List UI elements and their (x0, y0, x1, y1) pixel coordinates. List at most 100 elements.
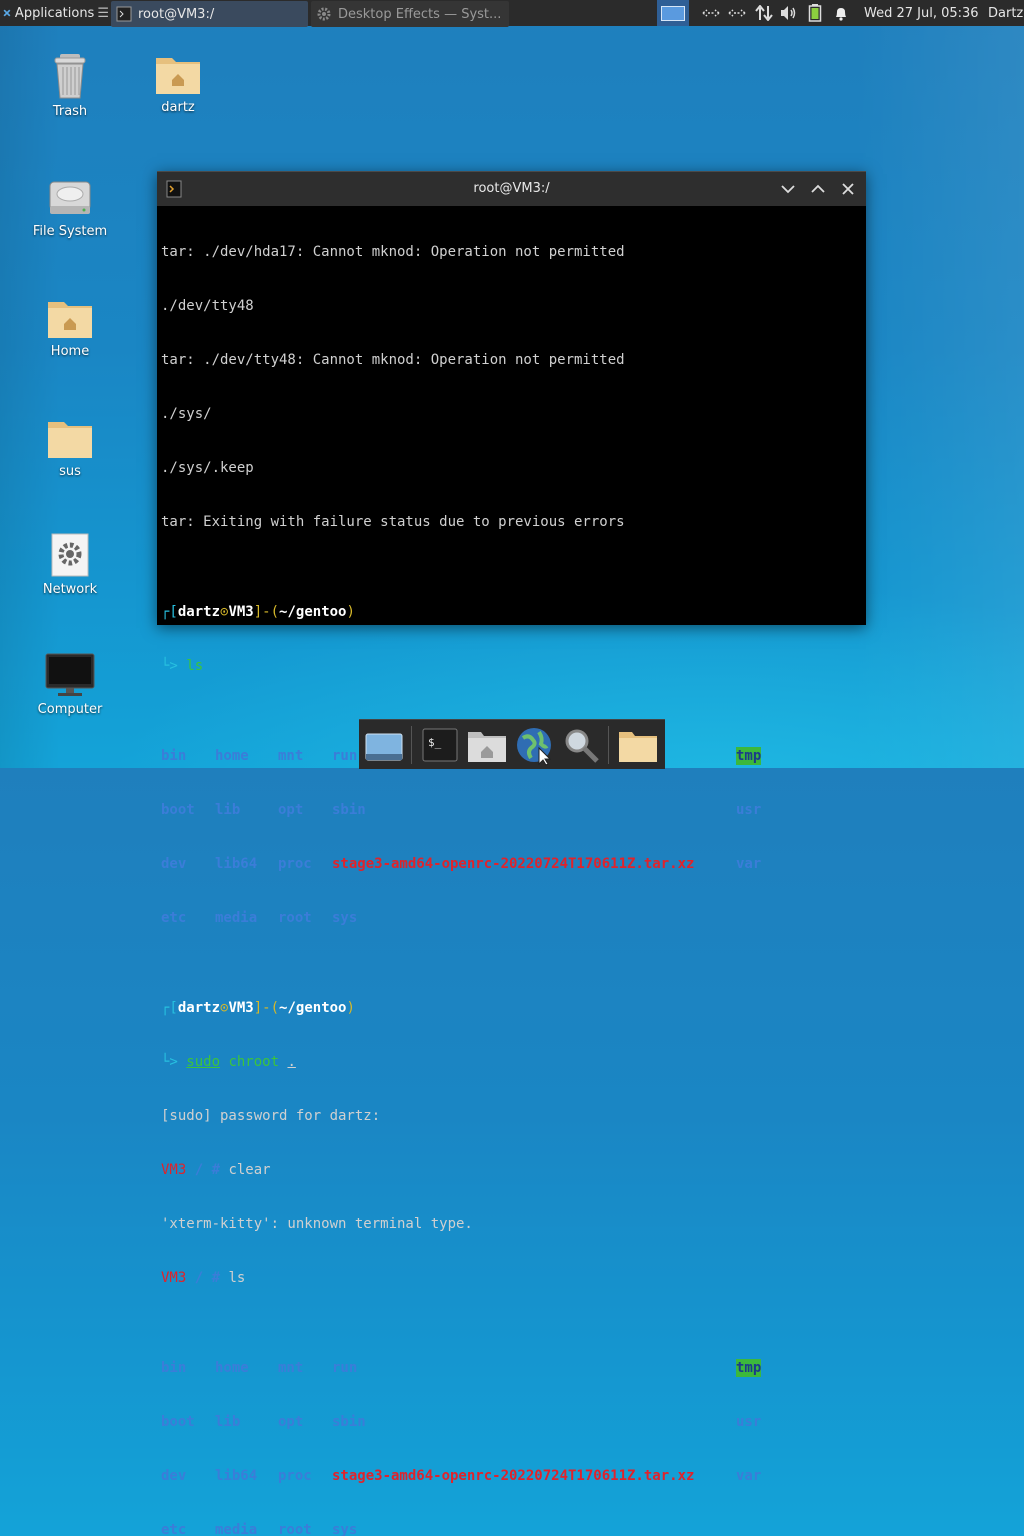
network-wired-icon[interactable] (728, 0, 746, 26)
applications-menu[interactable]: Applications ☰ (0, 0, 109, 26)
user-menu[interactable]: Dartz (988, 0, 1023, 26)
ls-row: etc media root sys (161, 1521, 866, 1536)
battery-icon[interactable] (808, 0, 822, 26)
command-text: chroot (228, 1054, 280, 1070)
ls-entry: sys (332, 910, 358, 926)
prompt-close: ) (346, 604, 355, 620)
terminal-window[interactable]: root@VM3:/ tar: ./dev/hda17: Cannot mkno… (157, 171, 866, 1536)
network-settings-icon (51, 533, 89, 577)
desktop-icon-label: Trash (52, 104, 88, 119)
command-line: └> ls (161, 657, 866, 675)
network-transfer-icon[interactable] (755, 0, 773, 26)
show-desktop-icon[interactable] (363, 724, 405, 766)
command-arg: . (287, 1054, 296, 1070)
output-line: tar: ./dev/hda17: Cannot mknod: Operatio… (161, 244, 625, 260)
xfce-logo-icon (3, 9, 11, 17)
shell-prompt: ┌[dartz⊙VM3]-(~/gentoo) (161, 999, 866, 1017)
desktop-icon-file-system[interactable]: File System (20, 176, 120, 239)
applications-label: Applications (14, 5, 95, 21)
home-folder-icon[interactable] (466, 724, 508, 766)
prompt-bracket: ┌[ (161, 1000, 178, 1016)
ls-entry: run (332, 748, 358, 764)
desktop-icon-label: Network (42, 582, 98, 597)
folder-icon (48, 422, 92, 458)
taskbar-item-terminal[interactable]: root@VM3:/ (111, 1, 308, 27)
menu-separator-icon: ☰ (97, 5, 109, 21)
taskbar-item-desktop-effects[interactable]: Desktop Effects — Syst... (311, 1, 509, 27)
ls-entry: etc (161, 910, 187, 926)
command-line: └> sudo chroot . (161, 1053, 866, 1071)
ls-entry: dev (161, 856, 187, 872)
search-icon[interactable] (560, 724, 602, 766)
ls-entry: bin (161, 1360, 187, 1376)
output-line: [sudo] password for dartz: (161, 1108, 381, 1124)
ls-entry: sys (332, 1522, 358, 1536)
desktop-icon-label: File System (32, 224, 108, 239)
desktop-icon-network[interactable]: Network (20, 532, 120, 597)
ls-row: dev lib64 proc stage3-amd64-openrc-20220… (161, 1467, 866, 1485)
gear-icon (317, 7, 331, 21)
bottom-dock: $_ (359, 719, 665, 769)
desktop-icon-dartz[interactable]: dartz (128, 52, 228, 115)
workspace-switcher[interactable] (657, 0, 689, 26)
ls-entry-archive: stage3-amd64-openrc-20220724T170611Z.tar… (332, 1468, 695, 1484)
command-text: ls (186, 658, 204, 674)
ls-entry: media (215, 910, 258, 926)
terminal-icon[interactable]: $_ (419, 724, 461, 766)
prompt-separator: ]-( (253, 1000, 280, 1016)
terminal-output[interactable]: tar: ./dev/hda17: Cannot mknod: Operatio… (161, 207, 866, 1536)
minimize-button[interactable] (779, 180, 797, 198)
drive-icon (49, 181, 91, 214)
maximize-button[interactable] (809, 180, 827, 198)
desktop-icon-computer[interactable]: Computer (20, 652, 120, 717)
web-browser-icon[interactable] (513, 724, 555, 766)
ls-entry: proc (278, 856, 312, 872)
output-line: tar: Exiting with failure status due to … (161, 514, 625, 530)
ls-row: bin home mnt run tmp (161, 1359, 866, 1377)
prompt-host: VM3 (161, 1162, 187, 1178)
terminal-icon (116, 6, 132, 22)
ls-entry: etc (161, 1522, 187, 1536)
ls-entry: opt (278, 802, 304, 818)
prompt-path: / # (186, 1162, 229, 1178)
command-text: sudo (186, 1054, 221, 1070)
ls-entry: bin (161, 748, 187, 764)
window-titlebar[interactable]: root@VM3:/ (157, 171, 866, 206)
volume-icon[interactable] (780, 0, 798, 26)
output-line: 'xterm-kitty': unknown terminal type. (161, 1216, 473, 1232)
ls-entry: var (736, 1468, 762, 1484)
ls-entry: var (736, 856, 762, 872)
desktop-icon-home[interactable]: Home (20, 296, 120, 359)
close-button[interactable] (839, 180, 857, 198)
folder-icon[interactable] (617, 724, 659, 766)
ls-entry: usr (736, 802, 762, 818)
prompt-separator: ]-( (253, 604, 280, 620)
trash-icon (54, 54, 86, 99)
prompt-host: VM3 (161, 1270, 187, 1286)
desktop-icon-sus[interactable]: sus (20, 416, 120, 479)
ls-entry: home (215, 1360, 249, 1376)
taskbar-item-label: Desktop Effects — Syst... (338, 6, 502, 22)
monitor-icon (45, 653, 95, 696)
command-text: ls (228, 1270, 246, 1286)
desktop-icon-label: Home (50, 344, 90, 359)
root-prompt: VM3 / # ls (161, 1269, 866, 1287)
ls-entry: boot (161, 1414, 195, 1430)
desktop-icon-trash[interactable]: Trash (20, 52, 120, 119)
notification-bell-icon[interactable] (833, 0, 849, 26)
ls-entry: boot (161, 802, 195, 818)
home-folder-icon (48, 302, 92, 338)
workspace-1[interactable] (661, 5, 685, 21)
ls-row: dev lib64 proc stage3-amd64-openrc-20220… (161, 855, 866, 873)
prompt-host: VM3 (228, 1000, 254, 1016)
ls-entry: tmp (736, 747, 762, 765)
dock-separator (608, 726, 609, 764)
output-line: ./sys/ (161, 406, 212, 422)
ls-entry: opt (278, 1414, 304, 1430)
ls-row: boot lib opt sbin usr (161, 801, 866, 819)
network-wired-icon[interactable] (702, 0, 720, 26)
command-text: clear (228, 1162, 271, 1178)
dock-separator (411, 726, 412, 764)
ls-entry: media (215, 1522, 258, 1536)
clock[interactable]: Wed 27 Jul, 05:36 (864, 0, 979, 26)
